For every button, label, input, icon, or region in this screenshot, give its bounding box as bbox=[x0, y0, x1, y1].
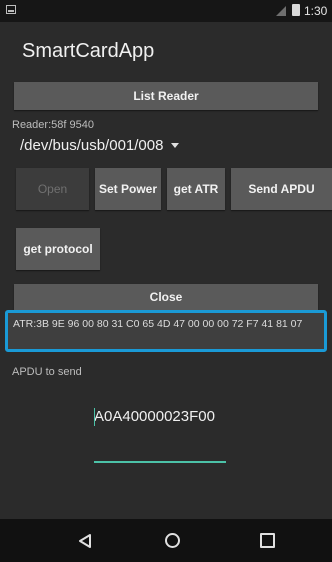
atr-output-highlight: ATR:3B 9E 96 00 80 31 C0 65 4D 47 00 00 … bbox=[5, 310, 327, 352]
back-icon[interactable] bbox=[78, 534, 92, 548]
home-icon[interactable] bbox=[165, 533, 180, 548]
battery-icon bbox=[292, 4, 300, 16]
dropdown-caret-icon bbox=[171, 142, 180, 148]
device-spinner-value: /dev/bus/usb/001/008 bbox=[20, 136, 164, 154]
apdu-input[interactable]: A0A40000023F00 bbox=[94, 404, 226, 464]
get-atr-button[interactable]: get ATR bbox=[167, 168, 225, 210]
device-spinner[interactable]: /dev/bus/usb/001/008 bbox=[20, 134, 180, 156]
apdu-input-underline bbox=[94, 461, 226, 463]
status-bar: 1:30 bbox=[0, 0, 332, 22]
get-protocol-button[interactable]: get protocol bbox=[16, 228, 100, 270]
list-reader-button[interactable]: List Reader bbox=[14, 82, 318, 110]
app-bar: SmartCardApp bbox=[0, 22, 332, 78]
reader-label: Reader:58f 9540 bbox=[12, 119, 94, 131]
signal-icon bbox=[276, 5, 286, 16]
recent-apps-icon[interactable] bbox=[260, 533, 275, 548]
apdu-input-value: A0A40000023F00 bbox=[94, 408, 215, 425]
app-title: SmartCardApp bbox=[22, 40, 155, 62]
status-time: 1:30 bbox=[304, 4, 328, 18]
send-apdu-button[interactable]: Send APDU bbox=[231, 168, 332, 210]
close-button[interactable]: Close bbox=[14, 284, 318, 310]
open-button[interactable]: Open bbox=[16, 168, 89, 210]
navigation-bar bbox=[0, 519, 332, 562]
apdu-label: APDU to send bbox=[12, 366, 82, 378]
set-power-button[interactable]: Set Power bbox=[95, 168, 161, 210]
atr-output-text: ATR:3B 9E 96 00 80 31 C0 65 4D 47 00 00 … bbox=[13, 318, 303, 330]
notification-icon bbox=[6, 5, 16, 14]
text-cursor bbox=[94, 408, 95, 426]
